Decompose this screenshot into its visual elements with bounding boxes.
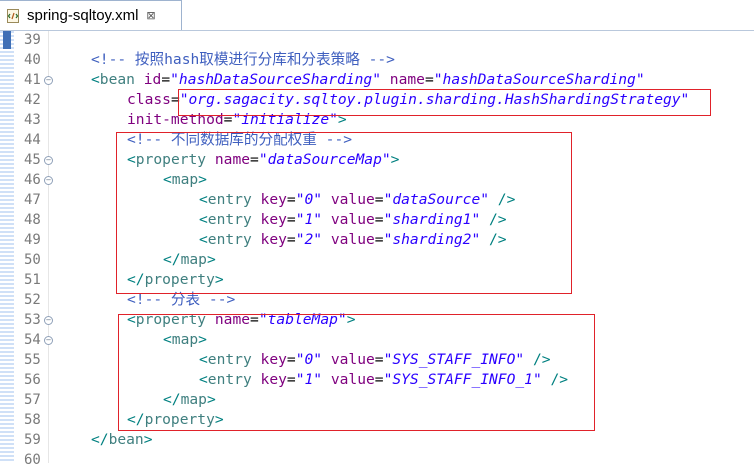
line-number: 51 [24,272,41,288]
close-tab-icon[interactable]: ⊠ [146,9,155,22]
line-number: 52 [24,292,41,308]
fold-toggle-icon[interactable]: − [44,176,53,185]
line-number: 44 [24,132,41,148]
code-text: </bean> [91,430,153,450]
highlight-box-datasourcemap [116,132,572,294]
code-token: bean [99,71,135,88]
highlight-box-tablemap [118,314,595,431]
code-token: <!-- 按照hash取模进行分库和分表策略 --> [91,51,395,68]
code-token: = [161,71,171,88]
highlight-box-class [178,89,711,116]
line-number: 39 [24,32,41,48]
line-number: 57 [24,392,41,408]
fold-toggle-icon[interactable]: − [44,336,53,345]
code-line[interactable]: 59 </bean> [0,430,754,450]
line-number: 54 [24,332,41,348]
line-number: 48 [24,212,41,228]
line-number: 42 [24,92,41,108]
line-number: 43 [24,112,41,128]
editor-tab[interactable]: spring-sqltoy.xml ⊠ [0,0,182,30]
fold-toggle-icon[interactable]: − [44,76,53,85]
line-number: 40 [24,52,41,68]
code-editor[interactable]: 39 40 <!-- 按照hash取模进行分库和分表策略 --> 41− <bean i… [0,30,754,468]
code-token: = [424,71,434,88]
line-number: 45 [24,152,41,168]
code-token: name [389,71,425,88]
code-text: <!-- 按照hash取模进行分库和分表策略 --> [91,50,395,70]
xml-file-icon [5,8,21,24]
editor-tab-bar: spring-sqltoy.xml ⊠ [0,0,754,31]
line-number: 60 [24,452,41,468]
code-line[interactable]: 40 <!-- 按照hash取模进行分库和分表策略 --> [0,50,754,70]
code-token: id [143,71,162,88]
code-text: <bean id="hashDataSourceSharding" name="… [91,70,645,90]
code-token: > [143,431,153,448]
line-number: 47 [24,192,41,208]
line-number: 59 [24,432,41,448]
line-number: 46 [24,172,41,188]
line-number: 56 [24,372,41,388]
code-token: < [91,71,100,88]
fold-toggle-icon[interactable]: − [44,156,53,165]
code-line[interactable]: 60 [0,450,754,470]
fold-toggle-icon[interactable]: − [44,316,53,325]
code-line[interactable]: 39 [0,30,754,50]
line-number: 55 [24,352,41,368]
code-token: "hashDataSourceSharding" [170,71,381,88]
line-number: 58 [24,412,41,428]
code-token: "hashDataSourceSharding" [433,71,645,88]
code-token: bean [108,431,144,448]
code-token: class [127,91,171,108]
tab-title: spring-sqltoy.xml [27,7,139,24]
line-number: 53 [24,312,41,328]
line-number: 41 [24,72,41,88]
line-number: 49 [24,232,41,248]
line-number: 50 [24,252,41,268]
code-line[interactable]: 41− <bean id="hashDataSourceSharding" nam… [0,70,754,90]
code-token: </ [91,431,109,448]
